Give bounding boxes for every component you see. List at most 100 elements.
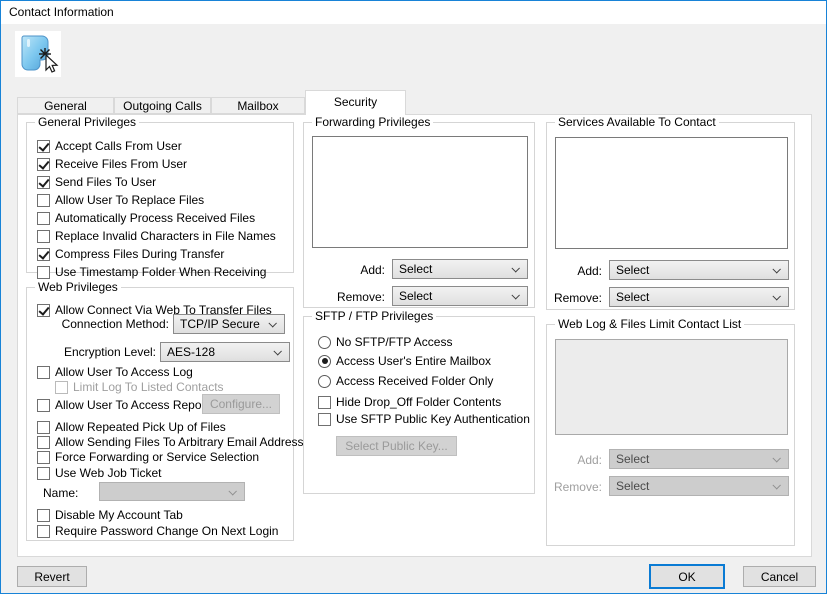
checkbox-label: Allow User To Access Reports — [55, 398, 215, 412]
group-title: General Privileges — [35, 115, 139, 129]
checkbox-compress-files-during-transfer[interactable]: Compress Files During Transfer — [37, 247, 293, 261]
checkbox-label: Disable My Account Tab — [55, 508, 183, 522]
checkbox-label: Use Timestamp Folder When Receiving — [55, 265, 266, 279]
connection-method-select[interactable]: TCP/IP Secure — [173, 314, 285, 334]
remove-label: Remove: — [304, 290, 385, 304]
checkbox-label: Send Files To User — [55, 175, 156, 189]
cancel-button[interactable]: Cancel — [743, 566, 816, 587]
checkbox-use-sftp-public-key[interactable]: Use SFTP Public Key Authentication — [318, 412, 530, 426]
checkbox-icon — [37, 399, 50, 412]
checkbox-icon — [37, 525, 50, 538]
window-title: Contact Information — [9, 5, 114, 19]
web-log-remove-select: Select — [609, 476, 789, 496]
checkbox-hide-drop-off-folder[interactable]: Hide Drop_Off Folder Contents — [318, 395, 501, 409]
tab-general[interactable]: General — [17, 97, 114, 114]
checkbox-icon — [318, 396, 331, 409]
checkbox-icon — [37, 436, 50, 449]
combo-value: Select — [616, 263, 649, 277]
checkbox-icon — [318, 413, 331, 426]
checkbox-allow-user-to-replace-files[interactable]: Allow User To Replace Files — [37, 193, 293, 207]
checkbox-label: Allow User To Replace Files — [55, 193, 204, 207]
checkbox-use-timestamp-folder[interactable]: Use Timestamp Folder When Receiving — [37, 265, 293, 279]
group-forwarding-privileges: Forwarding Privileges Add: Select Remove… — [303, 122, 535, 308]
web-job-ticket-name-select — [99, 482, 245, 501]
checkbox-label: Compress Files During Transfer — [55, 247, 224, 261]
tab-mailbox[interactable]: Mailbox — [211, 97, 305, 114]
checkbox-force-forwarding-or-service[interactable]: Force Forwarding or Service Selection — [37, 450, 259, 464]
encryption-level-select[interactable]: AES-128 — [160, 342, 290, 362]
chevron-down-icon — [511, 264, 519, 272]
titlebar: Contact Information — [1, 1, 826, 24]
radio-icon — [318, 375, 331, 388]
radio-access-received-folder-only[interactable]: Access Received Folder Only — [318, 374, 493, 388]
checkbox-icon — [37, 248, 50, 261]
checkbox-replace-invalid-characters[interactable]: Replace Invalid Characters in File Names — [37, 229, 293, 243]
add-label: Add: — [304, 263, 385, 277]
radio-no-sftp-ftp-access[interactable]: No SFTP/FTP Access — [318, 335, 452, 349]
web-job-ticket-name-label: Name: — [43, 486, 78, 500]
web-log-limit-list — [555, 339, 788, 435]
checkbox-label: Limit Log To Listed Contacts — [73, 380, 224, 394]
radio-icon — [318, 336, 331, 349]
checkbox-icon — [37, 212, 50, 225]
forwarding-remove-select[interactable]: Select — [392, 286, 528, 306]
checkbox-allow-repeated-pick-up[interactable]: Allow Repeated Pick Up of Files — [37, 420, 226, 434]
checkbox-limit-log-to-listed-contacts: Limit Log To Listed Contacts — [55, 380, 224, 394]
checkbox-disable-my-account-tab[interactable]: Disable My Account Tab — [37, 508, 183, 522]
web-log-add-select: Select — [609, 449, 789, 469]
checkbox-use-web-job-ticket[interactable]: Use Web Job Ticket — [37, 466, 162, 480]
remove-label: Remove: — [547, 291, 602, 305]
radio-label: Access User's Entire Mailbox — [336, 354, 491, 368]
checkbox-label: Receive Files From User — [55, 157, 187, 171]
checkbox-send-files-to-user[interactable]: Send Files To User — [37, 175, 293, 189]
checkbox-label: Allow Repeated Pick Up of Files — [55, 420, 226, 434]
radio-label: No SFTP/FTP Access — [336, 335, 452, 349]
radio-access-users-entire-mailbox[interactable]: Access User's Entire Mailbox — [318, 354, 491, 368]
group-web-log-files-limit: Web Log & Files Limit Contact List Add: … — [546, 324, 795, 546]
services-remove-select[interactable]: Select — [609, 287, 789, 307]
connection-method-label: Connection Method: — [37, 317, 169, 331]
services-available-list[interactable] — [555, 137, 788, 249]
checkbox-label: Use SFTP Public Key Authentication — [336, 412, 530, 426]
combo-value: Select — [399, 289, 432, 303]
radio-label: Access Received Folder Only — [336, 374, 493, 388]
group-title: Services Available To Contact — [555, 115, 719, 129]
checkbox-label: Allow User To Access Log — [55, 365, 193, 379]
checkbox-label: Hide Drop_Off Folder Contents — [336, 395, 501, 409]
group-web-privileges: Web Privileges Allow Connect Via Web To … — [26, 287, 294, 541]
configure-button: Configure... — [202, 394, 280, 414]
forwarding-add-select[interactable]: Select — [392, 259, 528, 279]
group-sftp-ftp-privileges: SFTP / FTP Privileges No SFTP/FTP Access… — [303, 316, 535, 494]
group-title: Forwarding Privileges — [312, 115, 433, 129]
combo-value: Select — [616, 290, 649, 304]
checkbox-automatically-process-received-files[interactable]: Automatically Process Received Files — [37, 211, 293, 225]
combo-value: Select — [616, 479, 649, 493]
combo-value: Select — [399, 262, 432, 276]
checkbox-allow-user-to-access-reports[interactable]: Allow User To Access Reports — [37, 398, 215, 412]
checkbox-allow-sending-arbitrary-email[interactable]: Allow Sending Files To Arbitrary Email A… — [37, 435, 316, 449]
forwarding-privileges-list[interactable] — [312, 136, 528, 248]
checkbox-allow-user-to-access-log[interactable]: Allow User To Access Log — [37, 365, 193, 379]
contact-click-icon — [15, 31, 61, 77]
checkbox-accept-calls-from-user[interactable]: Accept Calls From User — [37, 139, 293, 153]
checkbox-label: Allow Sending Files To Arbitrary Email A… — [55, 435, 316, 449]
combo-value: AES-128 — [167, 345, 215, 359]
revert-button[interactable]: Revert — [17, 566, 87, 587]
checkbox-icon — [37, 158, 50, 171]
checkbox-receive-files-from-user[interactable]: Receive Files From User — [37, 157, 293, 171]
contact-information-dialog: Contact Information — [0, 0, 827, 594]
services-add-select[interactable]: Select — [609, 260, 789, 280]
chevron-down-icon — [268, 319, 276, 327]
encryption-level-label: Encryption Level: — [37, 345, 156, 359]
ok-button[interactable]: OK — [649, 564, 725, 589]
checkbox-require-password-change[interactable]: Require Password Change On Next Login — [37, 524, 278, 538]
add-label: Add: — [555, 453, 602, 467]
chevron-down-icon — [772, 481, 780, 489]
checkbox-icon — [37, 266, 50, 279]
checkbox-icon — [37, 366, 50, 379]
checkbox-label: Accept Calls From User — [55, 139, 182, 153]
tab-outgoing-calls[interactable]: Outgoing Calls — [114, 97, 211, 114]
checkbox-icon — [37, 467, 50, 480]
chevron-down-icon — [772, 454, 780, 462]
tab-security[interactable]: Security — [305, 90, 406, 115]
